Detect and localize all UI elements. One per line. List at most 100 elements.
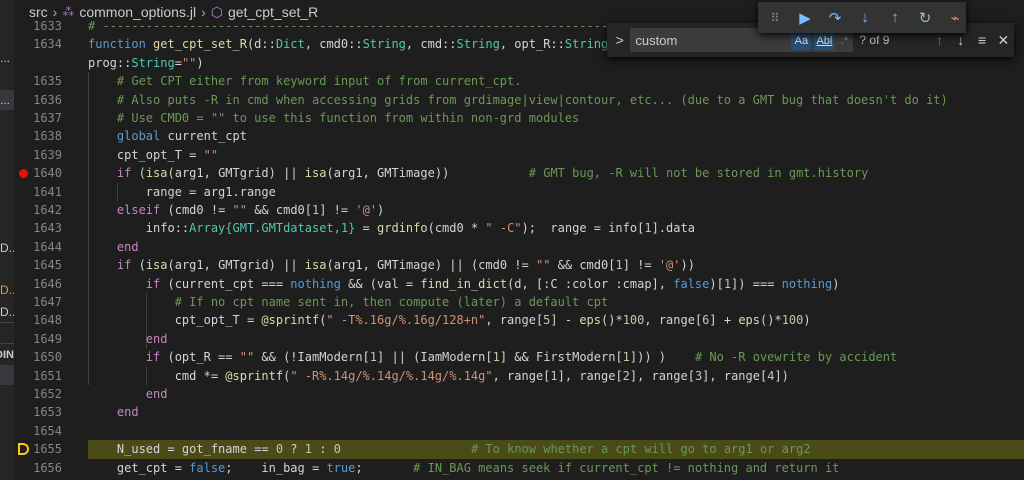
code-line[interactable]: get_cpt = false; in_bag = true; # IN_BAG…	[88, 459, 1024, 477]
code-line[interactable]: if (current_cpt === nothing && (val = fi…	[88, 275, 1024, 293]
code-line[interactable]: # Get CPT either from keyword input of f…	[88, 72, 1024, 90]
code-token: ""	[232, 203, 247, 217]
line-number: 1637	[33, 111, 62, 125]
close-find-button[interactable]: ✕	[993, 32, 1014, 49]
line-number: 1636	[33, 92, 62, 107]
code-token: =	[174, 55, 182, 70]
code-line[interactable]: cpt_opt_T = @sprintf(" -T%.16g/%.16g/128…	[88, 311, 1024, 329]
code-line[interactable]: # Use CMD0 = "" to use this function fro…	[88, 109, 1024, 127]
match-case-button[interactable]: Aa	[791, 32, 812, 50]
code-line[interactable]: # If no cpt name sent in, then compute (…	[88, 293, 1024, 311]
line-number: 1640	[33, 166, 62, 181]
code-token: (arg1, GMTgrid) ||	[167, 258, 305, 273]
code-line[interactable]: global current_cpt	[88, 127, 1024, 145]
code-line[interactable]: if (isa(arg1, GMTgrid) || isa(arg1, GMTi…	[88, 164, 1024, 182]
code-line[interactable]	[88, 422, 1024, 440]
code-token: ]) ===	[731, 276, 782, 291]
code-token: && (!IamModern[	[254, 350, 370, 365]
step-into-button[interactable]: ↓	[854, 9, 876, 26]
code-token: 1	[369, 350, 378, 365]
code-token: @sprintf	[225, 368, 284, 383]
code-token: :	[312, 442, 334, 457]
code-token: '@'	[658, 258, 681, 273]
code-token: cpt_opt_T =	[88, 313, 262, 328]
code-token: ;	[355, 460, 414, 475]
code-line[interactable]: # Also puts -R in cmd when accessing gri…	[88, 91, 1024, 109]
breakpoint-icon[interactable]	[19, 169, 28, 179]
code-token: grdinfo	[377, 221, 428, 236]
code-line[interactable]: end	[88, 330, 1024, 348]
breakpoints-section-header[interactable]: DIN	[0, 345, 14, 365]
code-line[interactable]: end	[88, 385, 1024, 403]
code-token: # Use CMD0 = "" to use this function fro…	[116, 111, 580, 125]
code-token: " -R%.14g/%.14g/%.14g/%.14g"	[290, 368, 493, 383]
restart-button[interactable]: ↻	[914, 9, 936, 27]
code-line[interactable]: end	[88, 403, 1024, 421]
sidebar-item[interactable]: D...	[0, 302, 14, 322]
code-token: 1	[723, 276, 732, 291]
code-token: ], range[	[702, 368, 768, 383]
code-line[interactable]: cmd *= @sprintf(" -R%.14g/%.14g/%.14g/%.…	[88, 367, 1024, 385]
code-token: 0	[275, 442, 284, 457]
sidebar-item[interactable]: D...	[0, 238, 14, 258]
code-token: eps	[738, 313, 760, 328]
continue-button[interactable]: ▶	[794, 9, 816, 27]
next-match-button[interactable]: ↓	[950, 32, 971, 48]
code-token: get_cpt =	[88, 460, 190, 475]
code-token: , cmd::	[405, 37, 457, 52]
code-token: false	[189, 460, 226, 475]
code-token: ] +	[709, 313, 739, 328]
sidebar-item-selected[interactable]	[0, 365, 14, 385]
sidebar-item-selected[interactable]: ...	[0, 90, 14, 110]
code-token: String	[456, 37, 500, 52]
sidebar-item[interactable]: D...	[0, 280, 14, 300]
divider	[0, 322, 14, 323]
match-whole-word-button[interactable]: Abl	[814, 32, 835, 50]
code-token: ] -	[550, 313, 580, 328]
code-line[interactable]: elseif (cmd0 != "" && cmd0[1] != '@')	[88, 201, 1024, 219]
side-panel: ... ... D... D... D... DIN	[0, 0, 14, 480]
line-number: 1655	[33, 442, 62, 457]
code-token: cpt_opt_T =	[88, 147, 204, 162]
find-in-selection-button[interactable]: ≡	[972, 32, 993, 48]
step-over-button[interactable]: ↷	[824, 9, 846, 27]
code-line[interactable]: end	[88, 238, 1024, 256]
current-execution-arrow-icon[interactable]	[18, 443, 29, 456]
regex-button[interactable]: .*	[836, 32, 852, 50]
code-line[interactable]: range = arg1.range	[88, 183, 1024, 201]
line-number: 1641	[33, 184, 62, 199]
code-token: String	[362, 37, 406, 52]
code-editor[interactable]: # --------------------------------------…	[88, 17, 1024, 480]
line-number: 1652	[33, 387, 62, 401]
code-line[interactable]: N_used = got_fname == 0 ? 1 : 0 # To kno…	[88, 440, 1024, 459]
code-token: 2	[622, 368, 630, 383]
line-number: 1643	[33, 221, 62, 236]
step-out-button[interactable]: ↑	[884, 9, 906, 26]
code-token: isa	[145, 258, 168, 273]
disconnect-button[interactable]: ⌁	[944, 9, 966, 27]
code-token: '@'	[355, 203, 378, 217]
code-token: ] || (IamModern[	[377, 350, 493, 365]
code-line[interactable]: cpt_opt_T = ""	[88, 146, 1024, 164]
code-token: get_cpt_set_R	[153, 37, 247, 52]
line-number: 1638	[33, 129, 62, 144]
code-token: true	[326, 460, 356, 475]
toggle-replace-button[interactable]: >	[611, 32, 628, 48]
sidebar-item[interactable]: ...	[0, 48, 14, 68]
drag-grip-icon[interactable]: ⠿	[764, 11, 786, 25]
code-token: if	[116, 258, 132, 273]
code-line[interactable]: if (opt_R == "" && (!IamModern[1] || (Ia…	[88, 348, 1024, 366]
code-token: nothing	[290, 276, 341, 291]
code-token: find_in_dict	[420, 276, 508, 291]
code-token: )	[803, 313, 811, 328]
code-token: (arg1, GMTimage))	[326, 166, 529, 181]
code-token: 1	[304, 442, 312, 457]
code-token: String	[131, 55, 175, 70]
code-line[interactable]: if (isa(arg1, GMTgrid) || isa(arg1, GMTi…	[88, 256, 1024, 274]
previous-match-button[interactable]: ↑	[929, 32, 950, 48]
code-line[interactable]: info::Array{GMT.GMTdataset,1} = grdinfo(…	[88, 219, 1024, 237]
